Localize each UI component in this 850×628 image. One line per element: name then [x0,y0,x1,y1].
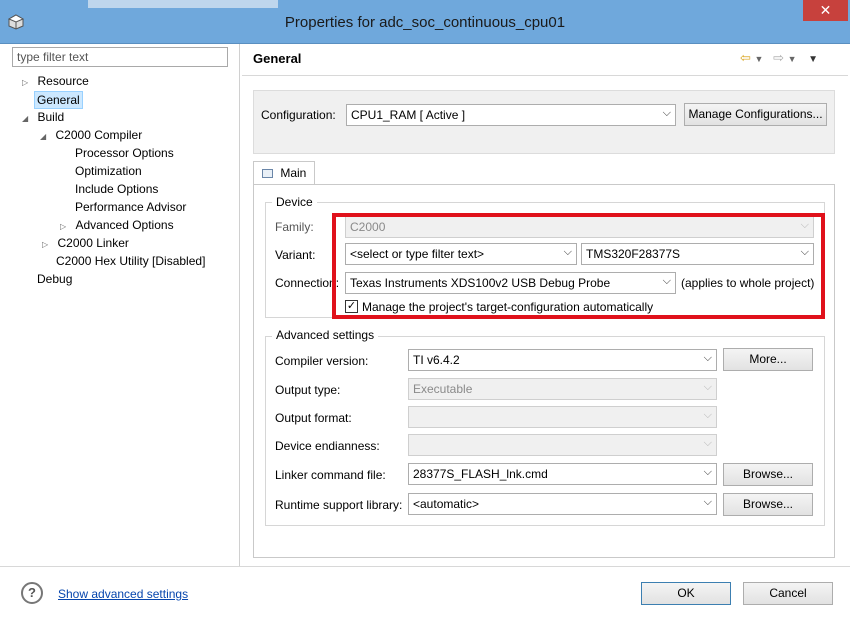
output-format-label: Output format: [275,411,352,425]
linker-command-file-select[interactable]: 28377S_FLASH_lnk.cmd ⌵ [408,463,717,485]
runtime-library-select[interactable]: <automatic> ⌵ [408,493,717,515]
runtime-library-label: Runtime support library: [275,498,403,512]
help-icon[interactable]: ? [21,582,43,604]
configuration-label: Configuration: [261,108,336,122]
ok-button[interactable]: OK [641,582,731,605]
compiler-version-label: Compiler version: [275,354,369,368]
output-format-select: ⌵ [408,406,717,428]
connection-label: Connection: [275,276,340,290]
chevron-down-icon: ⌵ [703,352,712,364]
window-title: Properties for adc_soc_continuous_cpu01 [284,14,566,31]
variant-label: Variant: [275,248,316,262]
linker-command-file-value: 28377S_FLASH_lnk.cmd [413,467,548,481]
tree-item-resource[interactable]: ▷ Resource [22,73,89,91]
tree-item-performance-advisor[interactable]: Performance Advisor [75,199,186,215]
browse-runtime-button[interactable]: Browse... [723,493,813,516]
tree-item-label: Advanced Options [75,218,174,232]
tree-item-label: Resource [37,74,89,88]
tree-item-label: Build [37,110,65,124]
filter-input[interactable] [12,47,228,67]
background-window-strip [88,0,278,8]
tab-main[interactable]: Main [253,161,315,185]
back-menu-chevron-icon[interactable]: ▼ [755,54,764,64]
tree-item-build[interactable]: ◢ Build [22,109,64,127]
back-arrow-icon[interactable]: ⇦ [740,50,751,65]
expand-arrow-icon[interactable]: ▷ [22,78,28,87]
output-type-label: Output type: [275,383,341,397]
device-group-title: Device [272,195,317,209]
tree-item-c2000-hex-utility[interactable]: C2000 Hex Utility [Disabled] [56,253,205,269]
tree-item-debug[interactable]: Debug [37,271,72,287]
chevron-down-icon: ⌵ [703,409,712,421]
compiler-version-value: TI v6.4.2 [413,353,460,367]
footer-divider [0,566,850,567]
tab-label: Main [280,166,307,180]
configuration-value: CPU1_RAM [ Active ] [351,108,466,122]
output-type-value: Executable [413,382,473,396]
advanced-settings-title: Advanced settings [272,328,379,342]
history-nav: ⇦ ▼ ⇨ ▼ ▼ [740,50,818,66]
header-divider [242,75,848,76]
compiler-version-select[interactable]: TI v6.4.2 ⌵ [408,349,717,371]
cancel-button[interactable]: Cancel [743,582,833,605]
tree-item-general[interactable]: General [34,91,83,109]
tree-item-label: C2000 Compiler [55,128,143,142]
expand-arrow-icon[interactable]: ▷ [42,240,48,249]
runtime-library-value: <automatic> [413,497,480,511]
chevron-down-icon: ⌵ [703,381,712,393]
page-title: General [253,51,302,66]
tree-item-c2000-linker[interactable]: ▷ C2000 Linker [42,235,129,253]
tree-item-c2000-compiler[interactable]: ◢ C2000 Compiler [40,127,142,145]
tree-item-processor-options[interactable]: Processor Options [75,145,174,161]
manage-configurations-button[interactable]: Manage Configurations... [684,103,827,126]
tab-icon [262,169,273,178]
tree-item-advanced-options[interactable]: ▷ Advanced Options [60,217,174,235]
chevron-down-icon: ⌵ [703,466,712,478]
output-type-select: Executable ⌵ [408,378,717,400]
chevron-down-icon: ⌵ [703,496,712,508]
tree-item-label: C2000 Linker [57,236,129,250]
browse-linker-button[interactable]: Browse... [723,463,813,486]
highlight-box [332,213,825,319]
device-endianness-select: ⌵ [408,434,717,456]
more-button[interactable]: More... [723,348,813,371]
forward-menu-chevron-icon[interactable]: ▼ [788,54,797,64]
show-advanced-settings-link[interactable]: Show advanced settings [58,587,188,601]
view-menu-icon[interactable]: ▼ [808,54,818,65]
collapse-arrow-icon[interactable]: ◢ [40,132,46,141]
expand-arrow-icon[interactable]: ▷ [60,222,66,231]
device-endianness-label: Device endianness: [275,439,380,453]
chevron-down-icon: ⌵ [662,107,671,119]
collapse-arrow-icon[interactable]: ◢ [22,114,28,123]
linker-command-file-label: Linker command file: [275,468,386,482]
forward-arrow-icon[interactable]: ⇨ [773,50,784,65]
tree-item-include-options[interactable]: Include Options [75,181,158,197]
close-button[interactable]: ✕ [803,0,848,21]
configuration-select[interactable]: CPU1_RAM [ Active ] ⌵ [346,104,676,126]
tree-item-optimization[interactable]: Optimization [75,163,142,179]
chevron-down-icon: ⌵ [703,437,712,449]
family-label: Family: [275,220,314,234]
